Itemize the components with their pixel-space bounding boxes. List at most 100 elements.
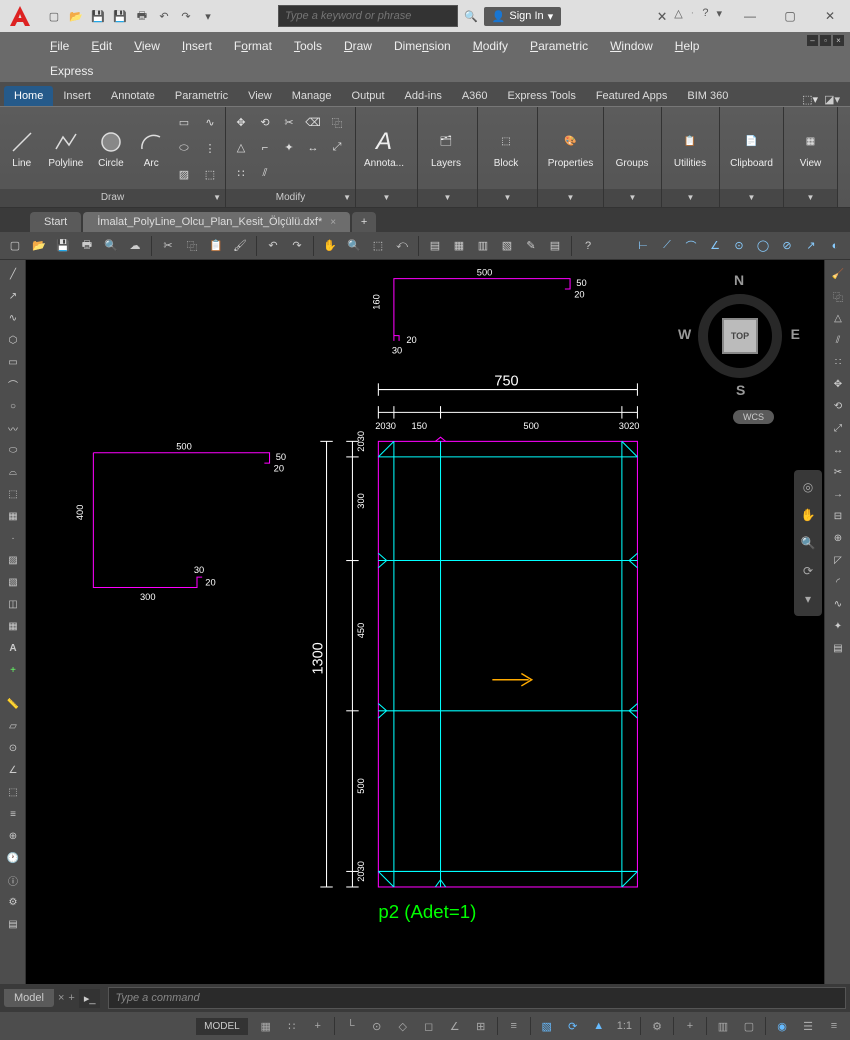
ellipse-icon[interactable]: ⬭ [173,137,195,159]
st-ortho-icon[interactable]: └ [339,1015,363,1037]
menu-edit[interactable]: Edit [91,39,112,53]
tb-zoomprev-icon[interactable]: ⤺ [391,235,413,257]
tb-paste-icon[interactable]: 📋 [205,235,227,257]
tab-output[interactable]: Output [342,86,395,106]
st-infer-icon[interactable]: + [306,1015,330,1037]
vl-calc-icon[interactable]: ▤ [2,914,24,934]
vl-line-icon[interactable]: ╱ [2,264,24,284]
st-gear-icon[interactable]: ⚙ [645,1015,669,1037]
st-polar-icon[interactable]: ⊙ [365,1015,389,1037]
vl-ellipse-icon[interactable]: ⬭ [2,440,24,460]
tb-dim8-icon[interactable]: ↗ [800,235,822,257]
annotation-button[interactable]: AAnnota... [360,113,408,183]
tab-add-button[interactable]: + [352,212,376,232]
tab-express[interactable]: Express Tools [498,86,586,106]
st-clean-icon[interactable]: ▢ [737,1015,761,1037]
scale-icon[interactable]: ⤢ [326,137,348,159]
tb-cut-icon[interactable]: ✂ [157,235,179,257]
st-hw-icon[interactable]: ◉ [770,1015,794,1037]
trim-icon[interactable]: ✂ [278,112,300,134]
vr-stretch-icon[interactable]: ↔ [827,440,849,460]
st-iso2-icon[interactable]: ☰ [796,1015,820,1037]
open-icon[interactable]: 📂 [66,6,86,26]
qat-more-icon[interactable]: ▾ [198,6,218,26]
region-icon[interactable]: ⬚ [199,163,221,185]
doc-min-icon[interactable]: – [807,35,818,46]
properties-button[interactable]: 🎨Properties [542,113,599,183]
tb-pan-icon[interactable]: ✋ [319,235,341,257]
vl-dist-icon[interactable]: 📏 [2,694,24,714]
tb-zoom-icon[interactable]: 🔍 [343,235,365,257]
doc-close-icon[interactable]: × [833,35,844,46]
vl-setvar-icon[interactable]: ⚙ [2,892,24,912]
viewcube-top[interactable]: TOP [722,318,758,354]
tb-dim4-icon[interactable]: ∠ [704,235,726,257]
vr-move-icon[interactable]: ✥ [827,374,849,394]
clipboard-button[interactable]: 📄Clipboard [724,113,779,183]
tab-annotate[interactable]: Annotate [101,86,165,106]
utilities-button[interactable]: 📋Utilities [666,113,714,183]
rect-icon[interactable]: ▭ [173,111,195,133]
menu-format[interactable]: Format [234,39,272,53]
panel-extra-icon[interactable]: ⬚▾ [802,93,818,106]
tab-parametric[interactable]: Parametric [165,86,238,106]
doc-max-icon[interactable]: ▫ [820,35,831,46]
st-plus-icon[interactable]: + [678,1015,702,1037]
rotate-icon[interactable]: ⟲ [254,112,276,134]
tb-dim9-icon[interactable]: ◐ [824,235,846,257]
vl-mtext-icon[interactable]: A [2,638,24,658]
vl-rect-icon[interactable]: ▭ [2,352,24,372]
nav-zoom-icon[interactable]: 🔍 [797,532,819,554]
move-icon[interactable]: ✥ [230,112,252,134]
new-icon[interactable]: ▢ [44,6,64,26]
signin-button[interactable]: 👤 Sign In ▾ [484,7,561,26]
ribbon-more-icon[interactable]: ◪▾ [824,93,840,106]
viewcube-e[interactable]: E [791,326,800,342]
tab-start[interactable]: Start [30,212,81,232]
st-scale-label[interactable]: 1:1 [613,1015,636,1037]
menu-help[interactable]: Help [675,39,700,53]
save-icon[interactable]: 💾 [88,6,108,26]
tb-dim6-icon[interactable]: ◯ [752,235,774,257]
tab-a360[interactable]: A360 [452,86,498,106]
vl-rad-icon[interactable]: ⊙ [2,738,24,758]
redo-icon[interactable]: ↷ [176,6,196,26]
vr-chamfer-icon[interactable]: ◸ [827,550,849,570]
viewcube[interactable]: TOP N S W E [674,270,804,400]
tb-markup-icon[interactable]: ✎ [520,235,542,257]
tb-new-icon[interactable]: ▢ [4,235,26,257]
close-button[interactable]: ✕ [810,0,850,32]
vl-insert-icon[interactable]: ⬚ [2,484,24,504]
tb-dim5-icon[interactable]: ⊙ [728,235,750,257]
menu-insert[interactable]: Insert [182,39,212,53]
vr-trim-icon[interactable]: ✂ [827,462,849,482]
tb-preview-icon[interactable]: 🔍 [100,235,122,257]
vl-addsel-icon[interactable]: + [2,660,24,680]
minimize-button[interactable]: — [730,0,770,32]
vr-draworder-icon[interactable]: ▤ [827,638,849,658]
tb-calc-icon[interactable]: ▤ [544,235,566,257]
tab-close-icon[interactable]: × [330,217,336,228]
vl-circ-icon[interactable]: ○ [2,396,24,416]
vl-poly-icon[interactable]: ⬡ [2,330,24,350]
menu-window[interactable]: Window [610,39,653,53]
vl-list-icon[interactable]: ≡ [2,804,24,824]
vr-break-icon[interactable]: ⊟ [827,506,849,526]
saveas-icon[interactable]: 💾 [110,6,130,26]
tab-addins[interactable]: Add-ins [395,86,452,106]
wcs-badge[interactable]: WCS [733,410,774,424]
tab-view[interactable]: View [238,86,282,106]
point-icon[interactable]: ⋮ [199,137,221,159]
vl-pline-icon[interactable]: ∿ [2,308,24,328]
menu-tools[interactable]: Tools [294,39,322,53]
vl-time-icon[interactable]: 🕐 [2,848,24,868]
menu-dimension[interactable]: Dimension [394,39,451,53]
maximize-button[interactable]: ▢ [770,0,810,32]
nav-wheel-icon[interactable]: ◎ [797,476,819,498]
st-iso-icon[interactable]: ◇ [391,1015,415,1037]
st-lweight-icon[interactable]: ≡ [502,1015,526,1037]
app-logo-icon[interactable] [0,0,40,32]
tb-undo2-icon[interactable]: ↶ [262,235,284,257]
vr-copy-icon[interactable]: ⿻ [827,286,849,306]
vl-point-icon[interactable]: · [2,528,24,548]
